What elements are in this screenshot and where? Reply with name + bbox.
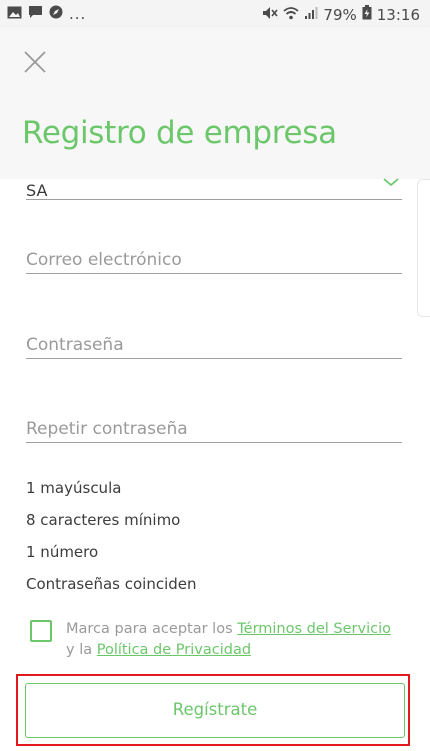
battery-percent: 79%: [323, 5, 357, 24]
email-field[interactable]: Correo electrónico: [26, 248, 402, 274]
chevron-down-icon: [383, 178, 399, 187]
rule-min-length: 8 caracteres mínimo: [26, 511, 181, 529]
message-icon: [28, 5, 43, 23]
signal-icon: [304, 6, 318, 24]
close-button[interactable]: [22, 49, 48, 75]
status-left: ...: [7, 5, 86, 23]
header: Registro de empresa: [0, 27, 430, 179]
scrollbar[interactable]: [417, 179, 430, 317]
rule-uppercase: 1 mayúscula: [26, 479, 122, 497]
mute-icon: [262, 6, 279, 24]
close-icon: [24, 51, 46, 73]
rule-number: 1 número: [26, 543, 99, 561]
terms-prefix: Marca para aceptar los: [66, 621, 238, 637]
image-icon: [7, 5, 22, 23]
email-placeholder: Correo electrónico: [26, 250, 182, 270]
status-bar: ... 79% 13:16: [0, 0, 430, 27]
compass-icon: [49, 5, 63, 23]
password-placeholder: Contraseña: [26, 335, 124, 355]
rule-passwords-match: Contraseñas coinciden: [26, 575, 197, 593]
terms-checkbox[interactable]: [30, 620, 52, 642]
page-title: Registro de empresa: [22, 115, 337, 151]
wifi-icon: [283, 6, 300, 24]
password-field[interactable]: Contraseña: [26, 333, 402, 359]
company-type-select[interactable]: SA: [26, 178, 402, 200]
form-content: SA Correo electrónico Contraseña Repetir…: [0, 178, 430, 751]
more-notifications: ...: [69, 5, 87, 23]
company-type-value: SA: [26, 181, 48, 200]
battery-icon: [362, 5, 372, 24]
register-button[interactable]: Regístrate: [25, 683, 405, 738]
password-repeat-placeholder: Repetir contraseña: [26, 419, 188, 439]
password-repeat-field[interactable]: Repetir contraseña: [26, 417, 402, 443]
privacy-policy-link[interactable]: Política de Privacidad: [97, 642, 251, 658]
terms-middle: y la: [66, 642, 97, 658]
password-rules: 1 mayúscula 8 caracteres mínimo 1 número…: [26, 479, 197, 607]
status-time: 13:16: [376, 5, 420, 24]
status-right: 79% 13:16: [262, 5, 420, 24]
terms-of-service-link[interactable]: Términos del Servicio: [237, 621, 391, 637]
terms-text: Marca para aceptar los Términos del Serv…: [66, 619, 416, 661]
